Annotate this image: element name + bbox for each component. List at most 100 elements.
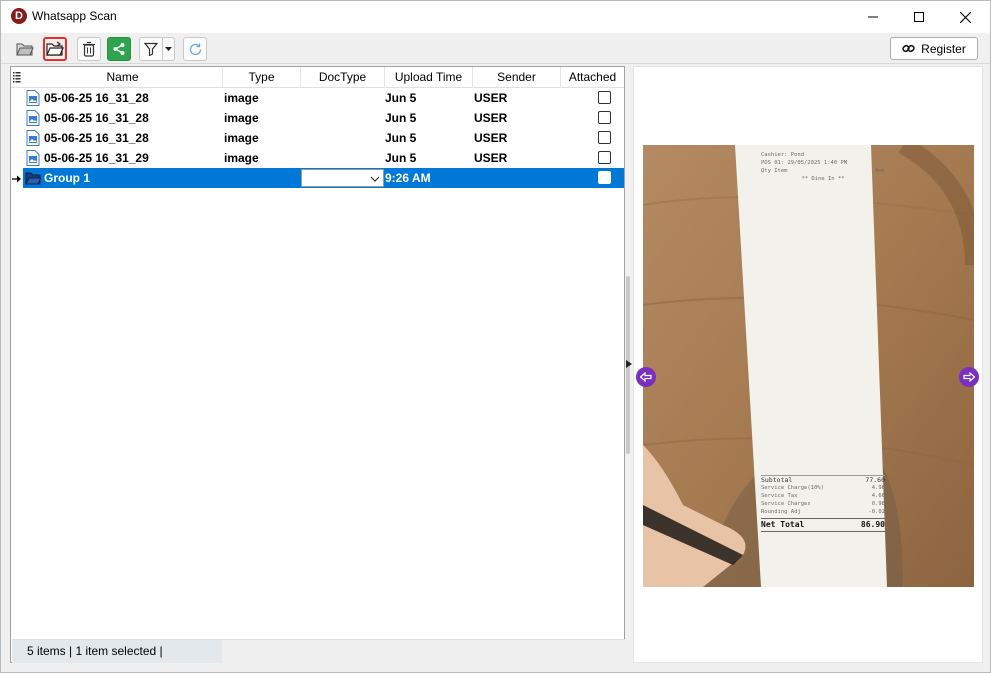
- panel-splitter[interactable]: [625, 66, 633, 663]
- column-header-name[interactable]: Name: [23, 67, 223, 88]
- app-logo-icon: D: [11, 8, 27, 24]
- receipt-subtotal-label: Subtotal: [761, 476, 793, 484]
- register-button[interactable]: Register: [890, 37, 978, 60]
- chevron-down-icon: [370, 176, 380, 182]
- refresh-button[interactable]: [183, 37, 207, 61]
- chevron-down-icon: [165, 47, 172, 51]
- receipt-service-tax-value: 4.66: [871, 493, 885, 499]
- open-folder-button[interactable]: [43, 37, 67, 61]
- receipt-service-value: 4.98: [871, 485, 885, 491]
- refresh-icon: [189, 43, 201, 55]
- receipt-service-tax: Service Tax 4.66: [761, 492, 885, 500]
- cell-type: image: [224, 131, 259, 145]
- close-icon: [959, 11, 971, 23]
- receipt-text: Cashier: Pond POS 01: 29/05/2025 1:40 PM…: [761, 151, 885, 532]
- share-button[interactable]: [107, 37, 131, 61]
- doctype-dropdown[interactable]: [301, 169, 384, 187]
- receipt-service-charges: Service Charges 0.98: [761, 500, 885, 508]
- title-bar: D Whatsapp Scan: [1, 1, 990, 33]
- receipt-net-total-value: 86.90: [860, 520, 885, 529]
- next-image-button[interactable]: [959, 367, 979, 387]
- filter-button[interactable]: [139, 37, 163, 61]
- receipt-items-area: [761, 183, 885, 475]
- cell-name: 05-06-25 16_31_28: [44, 111, 149, 125]
- table-row[interactable]: 05-06-25 16_31_28 image Jun 5 USER: [23, 108, 624, 128]
- share-icon: [113, 43, 125, 55]
- maximize-icon: [914, 12, 924, 22]
- attached-checkbox[interactable]: [598, 171, 611, 184]
- cell-sender: USER: [474, 91, 508, 105]
- cell-upload-time: 9:26 AM: [385, 171, 431, 185]
- attached-checkbox[interactable]: [598, 151, 611, 164]
- open-button[interactable]: [13, 37, 37, 61]
- app-window: D Whatsapp Scan Register Name Type DocTy…: [0, 0, 991, 673]
- receipt-qty-label: Qty Item: [761, 168, 788, 174]
- cell-sender: USER: [474, 151, 508, 165]
- receipt-service-tax-label: Service Tax: [761, 493, 798, 499]
- image-file-icon: [26, 90, 40, 106]
- preview-panel: Cashier: Pond POS 01: 29/05/2025 1:40 PM…: [633, 66, 983, 663]
- status-text: 5 items | 1 item selected |: [12, 640, 222, 663]
- delete-button[interactable]: [77, 37, 101, 61]
- attached-checkbox[interactable]: [598, 131, 611, 144]
- receipt-net-total: Net Total 86.90: [761, 518, 885, 532]
- filter-dropdown-button[interactable]: [163, 37, 175, 61]
- cell-name: 05-06-25 16_31_28: [44, 131, 149, 145]
- minimize-icon: [868, 16, 878, 18]
- arrow-left-icon: [640, 372, 652, 382]
- receipt-header-line1: Cashier: Pond: [761, 152, 805, 158]
- cell-upload-time: Jun 5: [385, 91, 417, 105]
- column-header-doctype[interactable]: DocType: [301, 67, 385, 88]
- cell-upload-time: Jun 5: [385, 151, 417, 165]
- receipt-service-charge: Service Charge(10%) 4.98: [761, 484, 885, 492]
- cell-type: image: [224, 91, 259, 105]
- attached-checkbox[interactable]: [598, 91, 611, 104]
- table-row-selected[interactable]: Group 1 9:26 AM: [23, 168, 624, 188]
- previous-image-button[interactable]: [636, 367, 656, 387]
- register-label: Register: [921, 41, 966, 56]
- column-header-row: Name Type DocType Upload Time Sender Att…: [11, 67, 624, 88]
- column-header-type[interactable]: Type: [223, 67, 301, 88]
- cell-sender: USER: [474, 111, 508, 125]
- receipt-qty-header: Qty Item Amt: [761, 167, 885, 175]
- close-button[interactable]: [942, 1, 988, 33]
- cell-name: 05-06-25 16_31_29: [44, 151, 149, 165]
- status-bar: 5 items | 1 item selected |: [12, 639, 625, 663]
- table-row[interactable]: 05-06-25 16_31_28 image Jun 5 USER: [23, 128, 624, 148]
- receipt-service-charges-label: Service Charges: [761, 501, 811, 507]
- cell-upload-time: Jun 5: [385, 111, 417, 125]
- trash-icon: [83, 41, 95, 57]
- receipt-net-total-label: Net Total: [761, 520, 805, 529]
- receipt-rounding: Rounding Adj -0.02: [761, 508, 885, 516]
- cell-name: 05-06-25 16_31_28: [44, 91, 149, 105]
- folder-group-icon: [25, 172, 41, 185]
- open-folder-icon: [46, 41, 64, 56]
- column-header-attached[interactable]: Attached: [561, 67, 624, 88]
- maximize-button[interactable]: [896, 1, 942, 33]
- receipt-amount-label: Amt: [875, 168, 885, 174]
- current-row-arrow-icon: [12, 175, 21, 183]
- receipt-image: Cashier: Pond POS 01: 29/05/2025 1:40 PM…: [643, 145, 974, 587]
- image-file-icon: [26, 110, 40, 126]
- image-file-icon: [26, 150, 40, 166]
- receipt-subtotal: Subtotal 77.60: [761, 475, 885, 484]
- column-header-upload-time[interactable]: Upload Time: [385, 67, 473, 88]
- arrow-right-icon: [963, 372, 975, 382]
- column-chooser-icon[interactable]: [13, 71, 21, 83]
- cell-name: Group 1: [44, 171, 91, 185]
- file-list-panel: Name Type DocType Upload Time Sender Att…: [10, 66, 625, 663]
- collapse-arrow-icon[interactable]: [626, 360, 632, 368]
- receipt-header-line2: POS 01: 29/05/2025 1:40 PM: [761, 160, 848, 166]
- receipt-dine-in: ** Dine In **: [801, 176, 845, 182]
- receipt-rounding-value: -0.02: [868, 509, 885, 515]
- attached-checkbox[interactable]: [598, 111, 611, 124]
- table-row[interactable]: 05-06-25 16_31_29 image Jun 5 USER: [23, 148, 624, 168]
- window-title: Whatsapp Scan: [32, 9, 117, 23]
- receipt-service-charges-value: 0.98: [871, 501, 885, 507]
- receipt-rounding-label: Rounding Adj: [761, 509, 801, 515]
- table-row[interactable]: 05-06-25 16_31_28 image Jun 5 USER: [23, 88, 624, 108]
- cell-sender: USER: [474, 131, 508, 145]
- minimize-button[interactable]: [850, 1, 896, 33]
- receipt-service-label: Service Charge(10%): [761, 485, 824, 491]
- column-header-sender[interactable]: Sender: [473, 67, 561, 88]
